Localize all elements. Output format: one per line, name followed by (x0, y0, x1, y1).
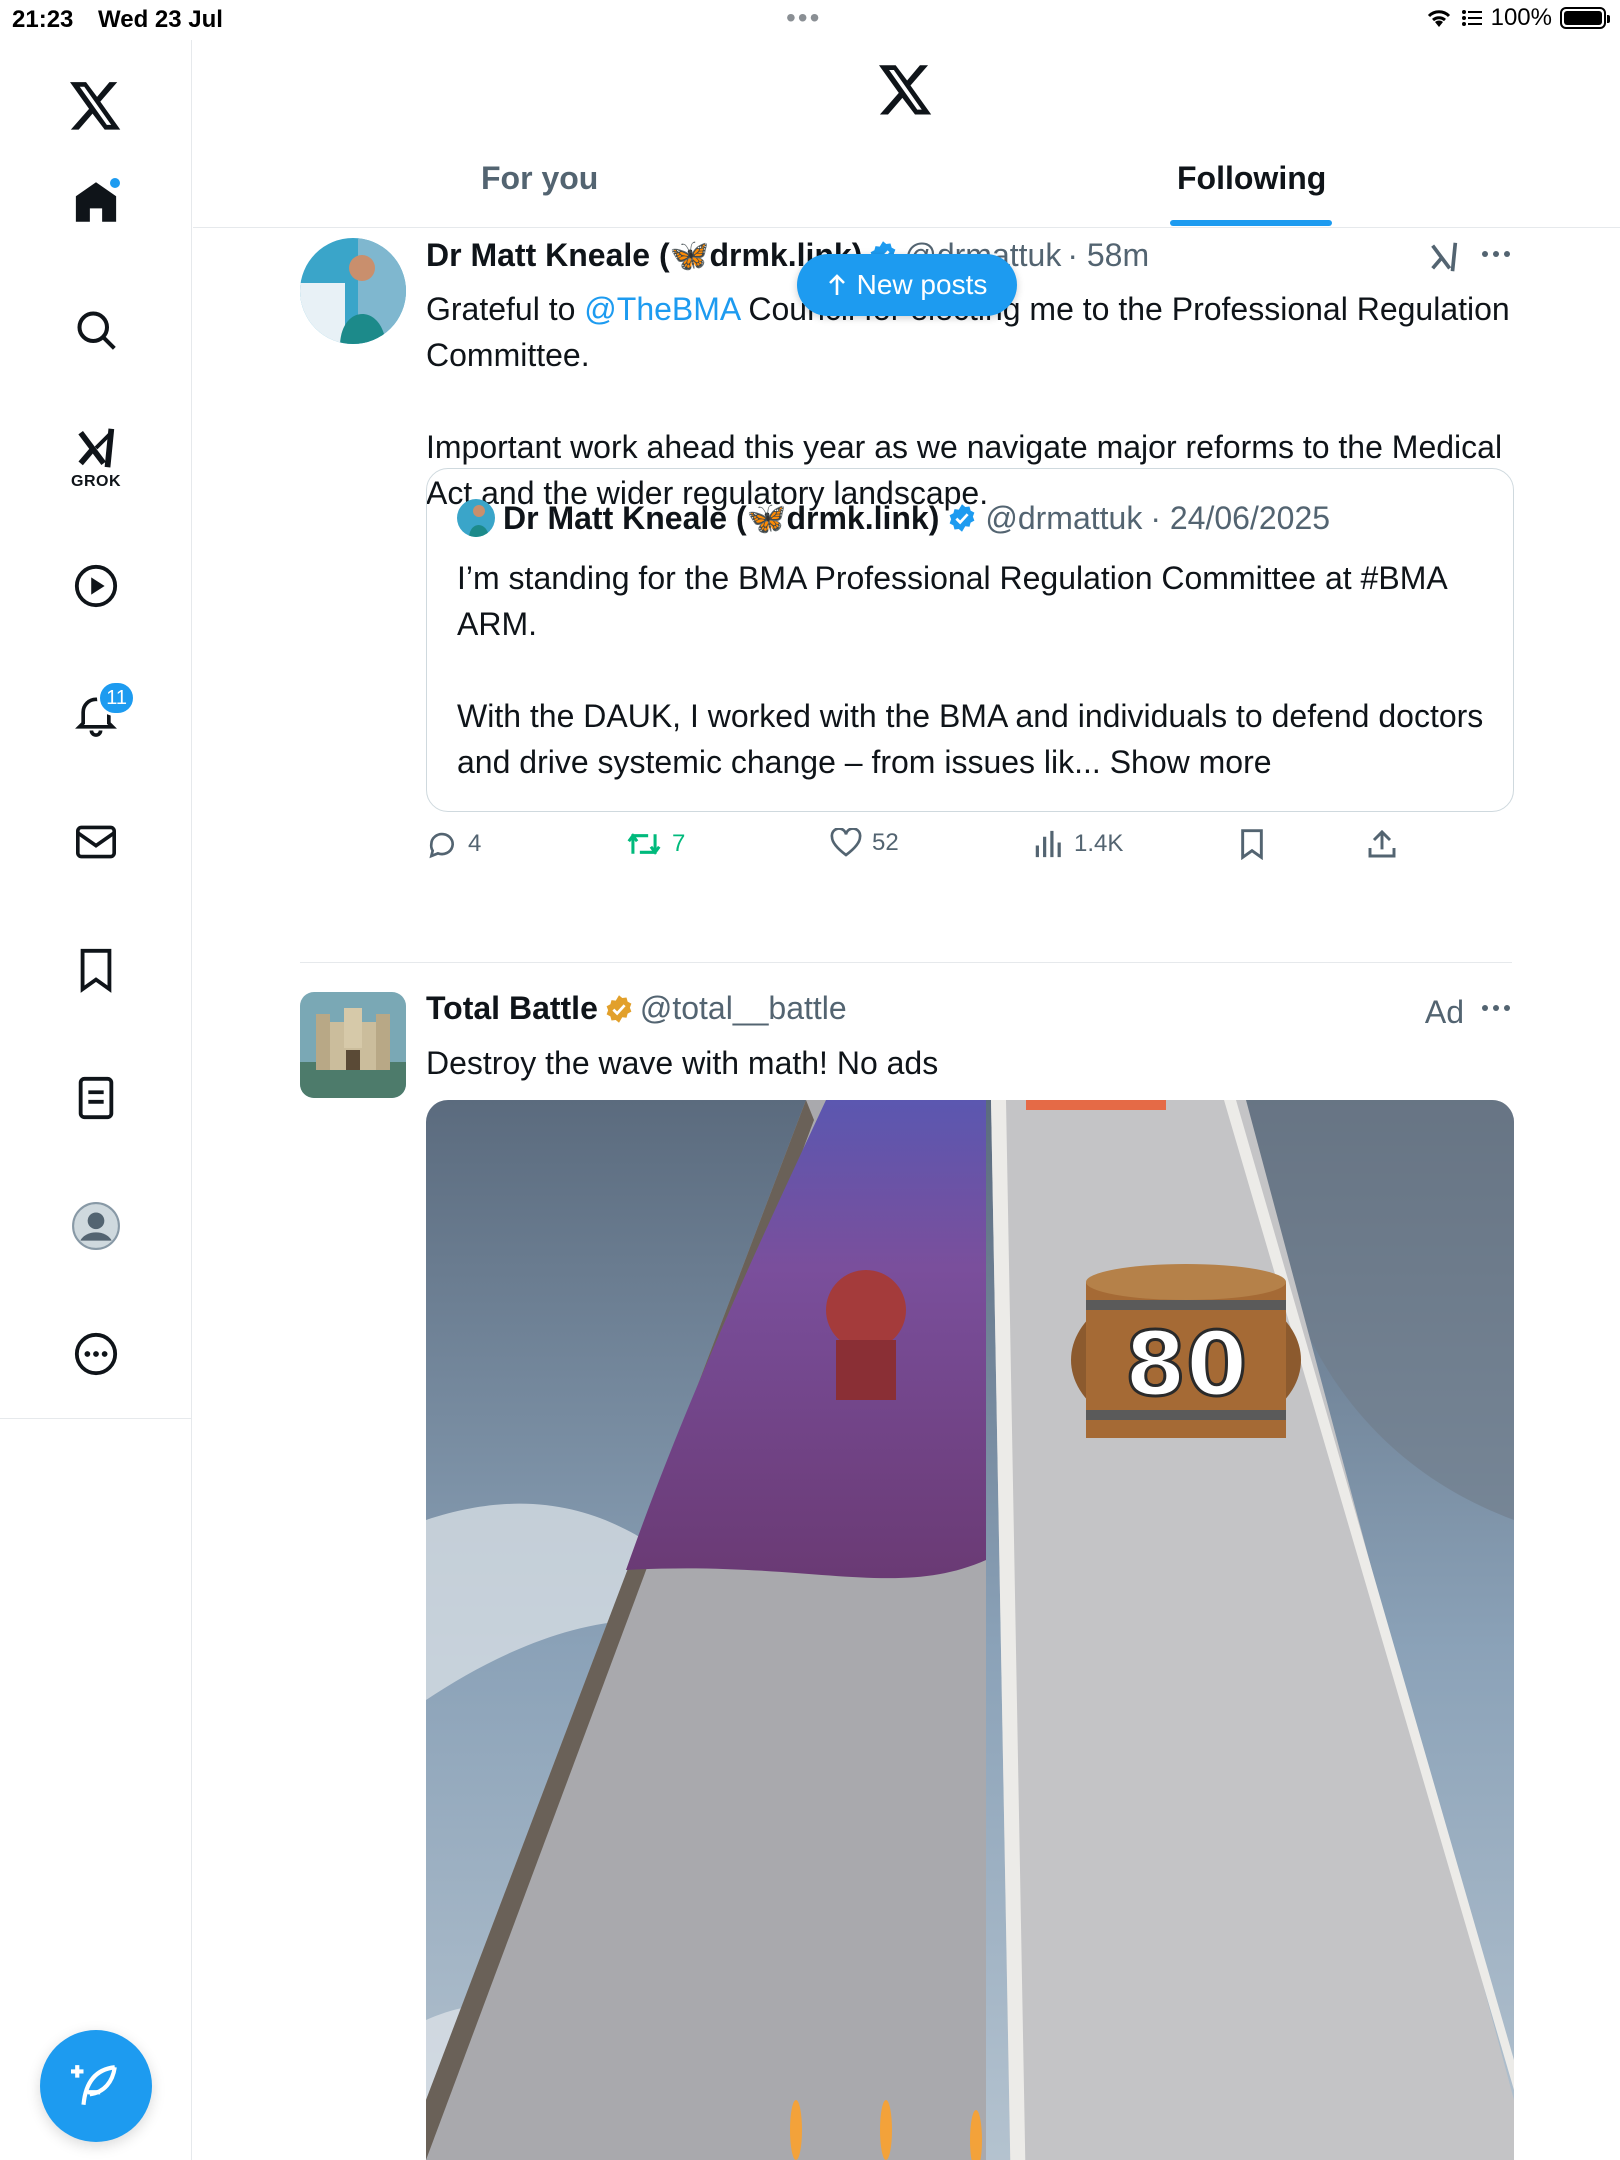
quoted-tweet-time: · 24/06/2025 (1150, 499, 1331, 536)
play-icon (74, 564, 118, 608)
reply-button[interactable]: 4 (426, 828, 481, 860)
timeline-header: For you Following (193, 40, 1620, 228)
avatar[interactable] (300, 238, 406, 344)
more-options-icon[interactable] (1480, 246, 1512, 264)
notifications-badge: 11 (97, 680, 136, 716)
search-icon (77, 311, 116, 350)
battery-icon (1560, 7, 1610, 29)
tweet-text-prefix: Grateful to (426, 291, 585, 327)
new-posts-label: New posts (856, 269, 988, 300)
tweet-divider (300, 962, 1512, 963)
status-bar: 21:23 Wed 23 Jul ••• 100% (0, 0, 1620, 40)
sidebar-item-more[interactable] (56, 1314, 136, 1394)
barrel-number: 80 (1125, 1313, 1247, 1416)
tab-following[interactable]: Following (1177, 160, 1326, 197)
tweet[interactable]: Dr Matt Kneale (🦋drmk.link) @drmattuk · … (300, 236, 1514, 956)
status-right: 100% (1425, 4, 1610, 32)
bookmark-icon (1241, 829, 1263, 860)
sidebar-item-bookmarks[interactable] (56, 930, 136, 1010)
avatar-icon (72, 1202, 120, 1250)
tweet-header: Total Battle @total__battle (426, 990, 847, 1027)
bookmark-icon (80, 948, 112, 993)
repost-count: 7 (672, 830, 686, 857)
list-status-icon (1461, 10, 1482, 26)
ad-tweet[interactable]: Total Battle @total__battle Ad Destroy t… (300, 990, 1514, 2160)
tab-for-you[interactable]: For you (481, 160, 598, 197)
ad-avatar[interactable] (300, 992, 406, 1098)
views-chart-icon (1035, 830, 1061, 858)
tweet-time[interactable]: · 58m (1067, 237, 1149, 274)
repost-icon (627, 833, 661, 855)
status-date: Wed 23 Jul (98, 6, 223, 33)
repost-button[interactable]: 7 (626, 828, 685, 860)
tweet-text: Destroy the wave with math! No ads (426, 1045, 939, 1081)
active-tab-indicator (1170, 220, 1332, 226)
grok-label: GROK (71, 473, 121, 490)
mention-link[interactable]: @TheBMA (584, 291, 739, 327)
ad-label: Ad (1424, 994, 1464, 1030)
more-options-icon[interactable] (1480, 1000, 1512, 1018)
author-handle[interactable]: @total__battle (640, 990, 847, 1027)
arrow-up-icon (828, 274, 845, 295)
wifi-icon (1427, 10, 1450, 27)
ad-video-media[interactable]: 80 (426, 1100, 1514, 2160)
sidebar-item-notifications[interactable]: 11 (56, 674, 136, 754)
compose-button[interactable] (40, 2030, 152, 2142)
view-count: 1.4K (1074, 830, 1124, 857)
x-logo-icon[interactable] (56, 66, 136, 146)
sidebar-item-explore[interactable] (56, 290, 136, 370)
quoted-avatar (457, 499, 495, 537)
like-count: 52 (872, 829, 899, 856)
sidebar-item-home[interactable] (56, 162, 136, 242)
grok-icon (78, 428, 115, 468)
bookmark-button[interactable] (1238, 828, 1266, 860)
heart-icon (830, 828, 862, 857)
reply-count: 4 (468, 830, 482, 857)
sidebar-item-lists[interactable] (56, 1058, 136, 1138)
tweet-header: Dr Matt Kneale (🦋drmk.link) @drmattuk · … (426, 236, 1149, 274)
quoted-author-name: Dr Matt Kneale (🦋drmk.link) (503, 500, 940, 536)
multitasking-dots-icon[interactable]: ••• (786, 4, 821, 32)
mail-icon (76, 825, 116, 859)
sidebar-item-video[interactable] (56, 546, 136, 626)
share-icon (1368, 829, 1396, 858)
x-header-logo-icon[interactable] (879, 64, 933, 121)
author-name[interactable]: Dr Matt Kneale (🦋drmk.link) (426, 236, 862, 274)
share-button[interactable] (1366, 828, 1398, 860)
views-button[interactable]: 1.4K (1034, 828, 1123, 860)
sidebar-item-profile[interactable] (56, 1186, 136, 1266)
like-button[interactable]: 52 (830, 828, 899, 858)
sidebar-item-messages[interactable] (56, 802, 136, 882)
author-name[interactable]: Total Battle (426, 990, 598, 1027)
show-more-link[interactable]: Show more (1110, 744, 1272, 780)
quoted-author-handle: @drmattuk (985, 499, 1143, 536)
list-icon (78, 1076, 114, 1120)
quoted-tweet[interactable]: Dr Matt Kneale (🦋drmk.link) @drmattuk · … (426, 468, 1514, 812)
quoted-tweet-header: Dr Matt Kneale (🦋drmk.link) @drmattuk · … (457, 499, 1330, 537)
status-time: 21:23 (12, 6, 74, 33)
home-unread-dot (108, 176, 122, 190)
quoted-text: I’m standing for the BMA Professional Re… (457, 560, 1484, 780)
compose-feather-icon (71, 2065, 117, 2105)
quoted-tweet-text: I’m standing for the BMA Professional Re… (457, 555, 1487, 785)
new-posts-button[interactable]: New posts (797, 254, 1017, 316)
sidebar-item-grok[interactable]: GROK (56, 418, 136, 498)
verified-badge-icon (949, 504, 975, 532)
verified-gold-badge-icon (606, 994, 632, 1023)
reply-icon (429, 832, 454, 859)
sidebar-divider (0, 1418, 192, 1419)
sidebar: GROK 11 (0, 40, 192, 2160)
tweet-actions: 4 7 52 1.4K (426, 828, 1486, 878)
grok-explain-icon[interactable] (1426, 240, 1462, 279)
battery-percent: 100% (1490, 4, 1552, 31)
more-circle-icon (74, 1332, 118, 1376)
